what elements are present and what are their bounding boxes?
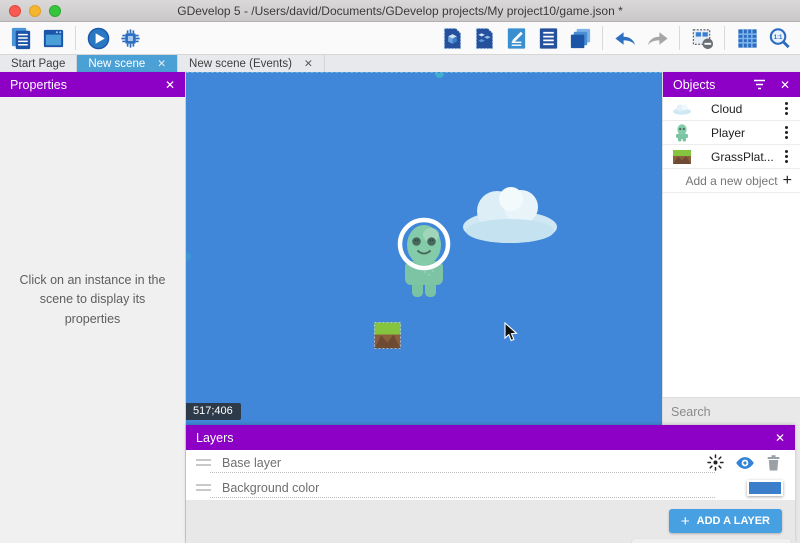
- project-manager-icon[interactable]: [7, 24, 35, 52]
- plus-icon: +: [783, 173, 792, 189]
- properties-empty-message: Click on an instance in the scene to dis…: [15, 271, 171, 329]
- grass-platform-thumbnail-icon: [669, 150, 695, 164]
- object-groups-icon[interactable]: [470, 24, 498, 52]
- editor-tabbar: Start Page New scene ✕ New scene (Events…: [0, 55, 800, 72]
- maximize-window-button[interactable]: [49, 5, 61, 17]
- minimize-window-button[interactable]: [29, 5, 41, 17]
- objects-list-empty-area: [663, 193, 800, 397]
- layer-effects-icon[interactable]: [707, 454, 724, 471]
- cursor-coordinates-badge: 517;406: [186, 403, 241, 420]
- toolbar-separator: [679, 26, 680, 50]
- tab-new-scene[interactable]: New scene ✕: [77, 55, 178, 72]
- tab-start-page[interactable]: Start Page: [0, 55, 77, 72]
- grass-platform-instance[interactable]: [374, 322, 401, 349]
- player-instance[interactable]: [391, 199, 457, 303]
- undo-icon[interactable]: [611, 24, 639, 52]
- layers-panel-footer: + ADD A LAYER + ADD LIGHTING LAYER: [186, 500, 795, 543]
- zoom-1to1-icon[interactable]: 1:1: [765, 24, 793, 52]
- properties-panel-header: Properties ✕: [0, 72, 185, 97]
- vertical-scroll-handle[interactable]: [186, 252, 191, 261]
- objects-title: Objects: [673, 78, 715, 92]
- cloud-instance[interactable]: [459, 181, 561, 245]
- object-row-cloud[interactable]: Cloud: [663, 97, 800, 121]
- toolbar-separator: [724, 26, 725, 50]
- add-new-object-button[interactable]: Add a new object +: [663, 169, 800, 193]
- layer-visibility-eye-icon[interactable]: [735, 455, 755, 471]
- add-layer-button[interactable]: + ADD A LAYER: [669, 509, 782, 533]
- close-window-button[interactable]: [9, 5, 21, 17]
- properties-title: Properties: [10, 78, 67, 92]
- layer-row-base[interactable]: Base layer: [186, 450, 795, 475]
- filter-icon[interactable]: [753, 79, 766, 90]
- add-lighting-layer-button[interactable]: + ADD LIGHTING LAYER: [632, 539, 791, 543]
- toolbar-separator: [75, 26, 76, 50]
- play-icon[interactable]: [84, 24, 112, 52]
- close-icon[interactable]: ✕: [157, 58, 166, 70]
- close-icon[interactable]: ✕: [304, 58, 313, 70]
- scene-canvas[interactable]: 517;406: [186, 72, 662, 425]
- objects-panel: Objects ✕ Cloud Player GrassPlat...: [663, 72, 800, 425]
- objects-search-bar: [663, 397, 800, 425]
- titlebar: GDevelop 5 - /Users/david/Documents/GDev…: [0, 0, 800, 22]
- tab-new-scene-events[interactable]: New scene (Events) ✕: [178, 55, 325, 72]
- window-title: GDevelop 5 - /Users/david/Documents/GDev…: [0, 4, 800, 18]
- object-menu-icon[interactable]: [785, 107, 788, 110]
- search-input[interactable]: [671, 405, 800, 419]
- layer-delete-trash-icon[interactable]: [766, 454, 781, 471]
- object-row-player[interactable]: Player: [663, 121, 800, 145]
- player-thumbnail-icon: [669, 124, 695, 142]
- plus-icon: +: [681, 513, 690, 530]
- close-icon[interactable]: ✕: [165, 78, 175, 92]
- debug-icon[interactable]: [116, 24, 144, 52]
- objects-panel-header: Objects ✕: [663, 72, 800, 97]
- main-toolbar: 1:1: [0, 22, 800, 55]
- drag-handle-icon[interactable]: [196, 459, 211, 466]
- layers-panel-header: Layers ✕: [186, 425, 795, 450]
- scene-window-icon[interactable]: [39, 24, 67, 52]
- close-icon[interactable]: ✕: [780, 78, 790, 92]
- horizontal-scroll-handle[interactable]: [435, 72, 444, 78]
- layers-title: Layers: [196, 431, 234, 445]
- background-color-swatch[interactable]: [747, 480, 783, 496]
- layer-row-background-color[interactable]: Background color: [186, 475, 795, 500]
- drag-handle-icon[interactable]: [196, 484, 211, 491]
- layers-editor-icon[interactable]: [566, 24, 594, 52]
- layers-panel: Layers ✕ Base layer Background color: [186, 425, 795, 543]
- mouse-cursor: [503, 322, 519, 342]
- grid-icon[interactable]: [733, 24, 761, 52]
- redo-icon[interactable]: [643, 24, 671, 52]
- close-icon[interactable]: ✕: [775, 431, 785, 445]
- gdevelop-window: GDevelop 5 - /Users/david/Documents/GDev…: [0, 0, 800, 543]
- object-row-grassplatform[interactable]: GrassPlat...: [663, 145, 800, 169]
- properties-panel: Properties ✕ Click on an instance in the…: [0, 72, 186, 543]
- scene-properties-icon[interactable]: [502, 24, 530, 52]
- instances-list-icon[interactable]: [534, 24, 562, 52]
- window-controls: [9, 5, 61, 17]
- mask-toggle-icon[interactable]: [688, 24, 716, 52]
- properties-empty-state: Click on an instance in the scene to dis…: [0, 97, 185, 543]
- cloud-thumbnail-icon: [669, 103, 695, 115]
- object-menu-icon[interactable]: [785, 131, 788, 134]
- object-menu-icon[interactable]: [785, 155, 788, 158]
- objects-editor-icon[interactable]: [438, 24, 466, 52]
- toolbar-separator: [602, 26, 603, 50]
- svg-text:1:1: 1:1: [773, 34, 782, 40]
